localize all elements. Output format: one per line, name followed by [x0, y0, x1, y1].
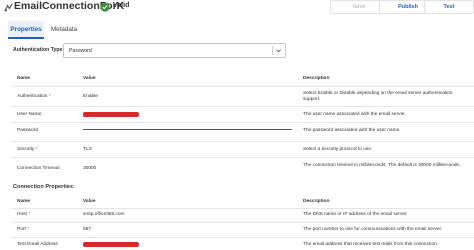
table-row-name: Password	[17, 128, 39, 133]
divider	[12, 106, 474, 107]
divider	[12, 141, 474, 142]
table-row-name: Authentication *	[17, 94, 51, 99]
tab-properties[interactable]: Properties	[8, 21, 44, 37]
divider	[12, 222, 474, 223]
divider	[12, 208, 474, 209]
check-circle-icon	[100, 2, 110, 12]
connection-icon	[4, 3, 13, 12]
chevron-down-icon[interactable]	[275, 47, 282, 54]
header-bar: EmailConnectionForK Valid Save Publish T…	[0, 0, 474, 18]
col-header-description: Description	[303, 76, 330, 81]
status-text: Valid	[113, 2, 130, 9]
table-row-name: Security *	[17, 147, 38, 152]
auth-type-label: Authentication Type:	[13, 47, 65, 53]
col-header-value: Value	[83, 199, 96, 204]
divider	[12, 122, 474, 123]
required-marker: *	[48, 94, 51, 99]
password-field[interactable]	[83, 129, 292, 130]
host-value[interactable]: smtp.office365.com	[83, 212, 125, 217]
security-value[interactable]: TLS	[83, 147, 92, 152]
col-header-name: Name	[17, 76, 31, 81]
table-row-description: The port number to use for communication…	[303, 227, 443, 232]
table-row-name: Connection Timeout	[17, 166, 60, 171]
table-row-name: Host *	[17, 212, 31, 217]
table-row-description: The connection timeout in milliseconds. …	[303, 163, 461, 168]
table-row-description: The email address that receives test mai…	[303, 242, 439, 247]
section-title: Connection Properties:	[13, 184, 75, 190]
divider	[12, 157, 474, 158]
table-row-name: Port *	[17, 227, 30, 232]
auth-type-select[interactable]: Password	[63, 43, 286, 58]
table-row-name: Test Email Address	[17, 242, 58, 247]
select-divider	[272, 46, 273, 55]
required-marker: *	[35, 147, 38, 152]
tab-metadata[interactable]: Metadata	[48, 21, 80, 37]
table-row-name: User Name	[17, 112, 42, 117]
redacted-email[interactable]	[83, 242, 139, 247]
divider	[12, 86, 474, 87]
port-value[interactable]: 587	[83, 227, 91, 232]
col-header-description: Description	[303, 199, 330, 204]
auth-type-value: Password	[69, 48, 92, 54]
redacted-username[interactable]	[83, 112, 139, 117]
divider	[12, 237, 474, 238]
col-header-value: Value	[83, 76, 96, 81]
table-row-description: Select a security protocol to use.	[303, 147, 373, 152]
table-row-description: The password associated with the user na…	[303, 128, 401, 133]
table-row-description: The DNS name or IP address of the email …	[303, 212, 408, 217]
active-tab-indicator	[8, 37, 44, 39]
timeout-value[interactable]: 30000	[83, 166, 96, 171]
required-marker: *	[27, 227, 30, 232]
test-button[interactable]: Test	[424, 0, 474, 14]
required-marker: *	[28, 212, 31, 217]
col-header-name: Name	[17, 199, 31, 204]
authentication-value[interactable]: Enable	[83, 94, 98, 99]
table-row-description: Select Enable or Disable depending on th…	[303, 91, 453, 103]
table-row-description: The user name associated with the email …	[303, 112, 406, 117]
